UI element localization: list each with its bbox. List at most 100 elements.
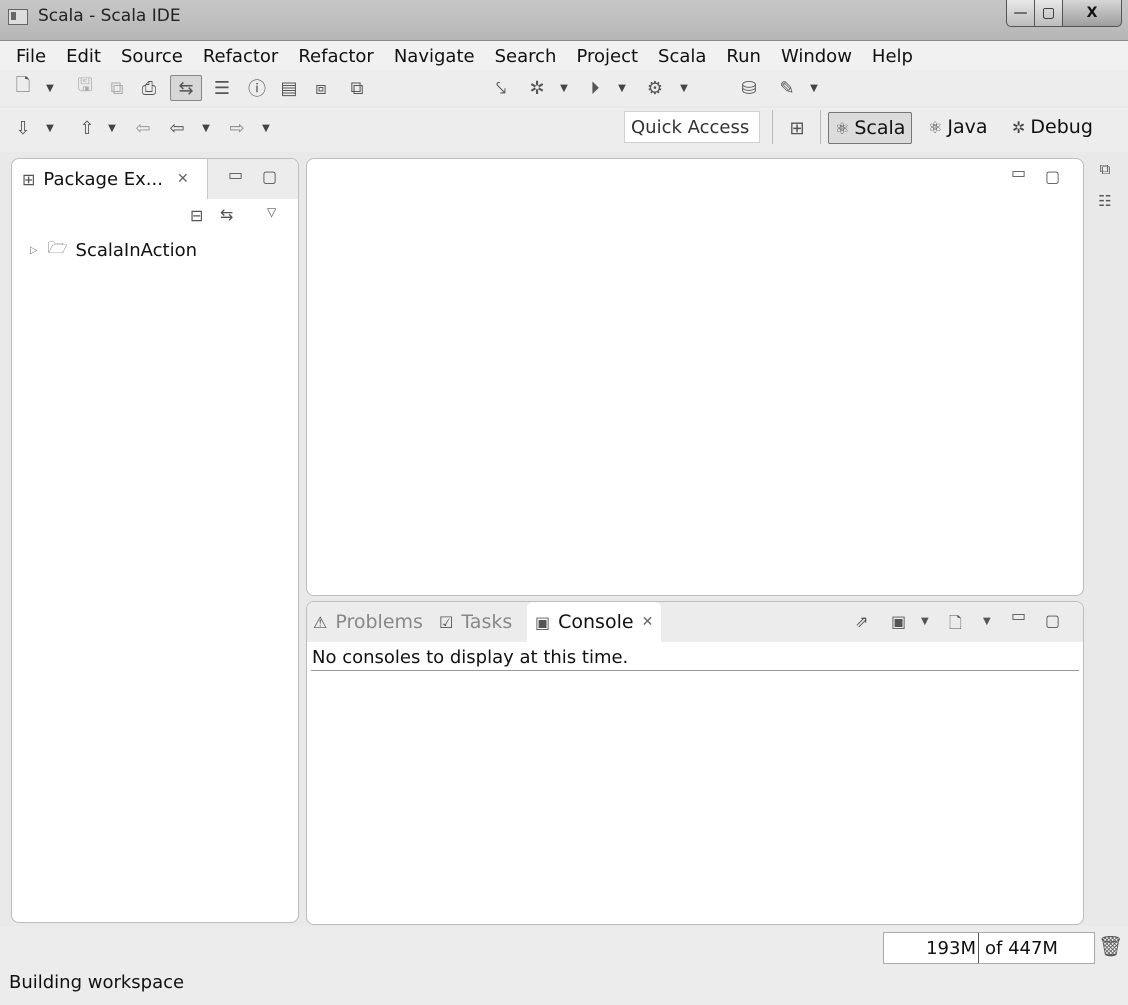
perspective-scala-label: Scala — [854, 117, 906, 139]
open-folder-icon[interactable]: ⛁ — [738, 76, 760, 100]
save-all-icon[interactable]: ⧉ — [106, 76, 128, 100]
tab-package-explorer[interactable]: ⊞ Package Ex... ✕ — [12, 159, 208, 199]
tab-tasks[interactable]: ☑ Tasks — [439, 602, 512, 642]
new-icon[interactable]: 🗋 — [12, 75, 34, 100]
tasks-icon: ☑ — [439, 612, 454, 632]
expand-icon[interactable]: ▷ — [30, 245, 38, 256]
menu-window[interactable]: Window — [781, 46, 852, 67]
menu-refactor-2[interactable]: Refactor — [298, 46, 374, 67]
display-console-icon[interactable]: ▣ — [891, 612, 906, 631]
maximize-console-icon[interactable]: ▢ — [1045, 611, 1060, 630]
toolbar-separator — [820, 110, 821, 144]
console-icon: ▣ — [535, 612, 551, 632]
pen-icon[interactable]: ✎ — [776, 76, 798, 100]
console-divider — [311, 670, 1079, 671]
minimize-editor-icon[interactable]: ▭ — [1011, 163, 1026, 182]
print-icon[interactable]: ⎙ — [138, 76, 160, 100]
debug-dropdown-icon[interactable]: ▼ — [558, 76, 570, 100]
open-perspective-icon[interactable]: ⊞ — [786, 116, 808, 140]
toggle-mark-occurrences-icon[interactable]: ⇆ — [170, 75, 202, 101]
new-scala-object-icon[interactable]: ⧉ — [346, 76, 368, 100]
garbage-collect-icon[interactable]: 🗑 — [1098, 934, 1123, 958]
toggle-breadcrumb-icon[interactable]: ☰ — [208, 76, 236, 100]
next-annotation-dropdown-icon[interactable]: ▼ — [44, 116, 56, 140]
minimize-console-icon[interactable]: ▭ — [1011, 606, 1026, 625]
heap-total: of 447M — [985, 937, 1058, 959]
tab-problems-label: Problems — [335, 611, 423, 633]
close-console-tab-icon[interactable]: ✕ — [642, 614, 654, 630]
link-with-editor-icon[interactable]: ⇆ — [220, 205, 233, 224]
open-console-dropdown-icon[interactable]: ▼ — [983, 616, 991, 627]
save-icon[interactable]: 🖫 — [74, 75, 96, 100]
toolbar-separator — [772, 110, 773, 144]
forward-dropdown-icon[interactable]: ▼ — [260, 116, 272, 140]
java-perspective-icon: ⚛ — [928, 117, 943, 137]
menu-file[interactable]: File — [16, 46, 46, 67]
external-tools-icon[interactable]: ⚙ — [644, 76, 666, 100]
app-icon — [8, 9, 28, 25]
pen-dropdown-icon[interactable]: ▼ — [808, 76, 820, 100]
info-icon[interactable]: ⓘ — [246, 76, 268, 100]
skip-breakpoints-icon[interactable]: ⤥ — [490, 76, 512, 100]
perspective-java[interactable]: ⚛ Java — [928, 112, 987, 142]
run-icon[interactable]: ⏵ — [584, 76, 606, 100]
close-tab-icon[interactable]: ✕ — [177, 171, 189, 187]
minimize-button[interactable]: — — [1006, 0, 1035, 27]
external-tools-dropdown-icon[interactable]: ▼ — [678, 76, 690, 100]
title-bar: Scala - Scala IDE — ▢ X — [0, 0, 1128, 40]
menu-run[interactable]: Run — [726, 46, 761, 67]
problems-icon: ⚠ — [313, 612, 328, 632]
scala-project-folder-icon: 🗁 — [47, 238, 68, 257]
last-edit-icon[interactable]: ⇦ — [132, 116, 154, 140]
perspective-debug[interactable]: ✲ Debug — [1012, 112, 1093, 142]
close-button[interactable]: X — [1063, 0, 1122, 27]
tab-tasks-label: Tasks — [461, 611, 513, 633]
minimize-view-icon[interactable]: ▭ — [228, 165, 243, 184]
tab-problems[interactable]: ⚠ Problems — [313, 602, 423, 642]
debug-icon[interactable]: ✲ — [526, 76, 548, 100]
restore-icon[interactable]: ⧉ — [1090, 160, 1120, 178]
menu-edit[interactable]: Edit — [66, 46, 101, 67]
outline-icon[interactable]: ☷ — [1090, 192, 1120, 210]
editor-area: ▭ ▢ — [306, 158, 1084, 596]
main-toolbar: 🗋 ▼ 🖫 ⧉ ⎙ ⇆ ☰ ⓘ ▤ ⧈ ⧉ ⤥ ✲ ▼ ⏵ ▼ ⚙ ▼ ⛁ ✎ … — [0, 70, 1128, 106]
open-console-icon[interactable]: 🗋 — [949, 612, 962, 639]
previous-annotation-icon[interactable]: ⇧ — [76, 116, 98, 140]
package-explorer-panel: ⊞ Package Ex... ✕ ▭ ▢ ⊟ ⇆ ▽ ▷ 🗁 ScalaInA… — [11, 158, 299, 923]
menu-help[interactable]: Help — [872, 46, 913, 67]
menu-scala[interactable]: Scala — [658, 46, 706, 67]
heap-status[interactable]: 193M of 447M — [883, 932, 1095, 964]
tab-console[interactable]: ▣ Console ✕ — [527, 602, 662, 642]
new-dropdown-icon[interactable]: ▼ — [44, 76, 56, 100]
package-explorer-icon: ⊞ — [22, 169, 36, 189]
menu-search[interactable]: Search — [495, 46, 557, 67]
previous-annotation-dropdown-icon[interactable]: ▼ — [106, 116, 118, 140]
menu-refactor[interactable]: Refactor — [203, 46, 279, 67]
next-annotation-icon[interactable]: ⇩ — [12, 116, 34, 140]
menu-bar: File Edit Source Refactor Refactor Navig… — [0, 40, 1128, 71]
console-message: No consoles to display at this time. — [312, 647, 629, 668]
maximize-button[interactable]: ▢ — [1035, 0, 1063, 27]
view-menu-icon[interactable]: ▽ — [267, 205, 276, 219]
window-controls: — ▢ X — [1006, 0, 1122, 27]
new-scala-class-icon[interactable]: ⧈ — [310, 76, 332, 100]
menu-navigate[interactable]: Navigate — [394, 46, 475, 67]
quick-access-input[interactable]: Quick Access — [624, 111, 760, 143]
menu-project[interactable]: Project — [576, 46, 638, 67]
pin-console-icon[interactable]: ⇗ — [855, 612, 868, 631]
scala-perspective-icon: ⚛ — [835, 118, 850, 138]
forward-icon[interactable]: ⇨ — [226, 116, 248, 140]
tree-item-project[interactable]: ▷ 🗁 ScalaInAction — [30, 237, 197, 264]
collapse-all-icon[interactable]: ⊟ — [190, 206, 203, 225]
display-console-dropdown-icon[interactable]: ▼ — [921, 616, 929, 627]
perspective-java-label: Java — [947, 116, 988, 138]
run-dropdown-icon[interactable]: ▼ — [616, 76, 628, 100]
back-dropdown-icon[interactable]: ▼ — [200, 116, 212, 140]
perspective-scala[interactable]: ⚛ Scala — [828, 112, 913, 144]
maximize-view-icon[interactable]: ▢ — [262, 167, 277, 186]
debug-perspective-icon: ✲ — [1012, 117, 1026, 137]
maximize-editor-icon[interactable]: ▢ — [1045, 167, 1060, 186]
back-icon[interactable]: ⇦ — [166, 116, 188, 140]
menu-source[interactable]: Source — [121, 46, 183, 67]
show-whitespace-icon[interactable]: ▤ — [278, 76, 300, 100]
